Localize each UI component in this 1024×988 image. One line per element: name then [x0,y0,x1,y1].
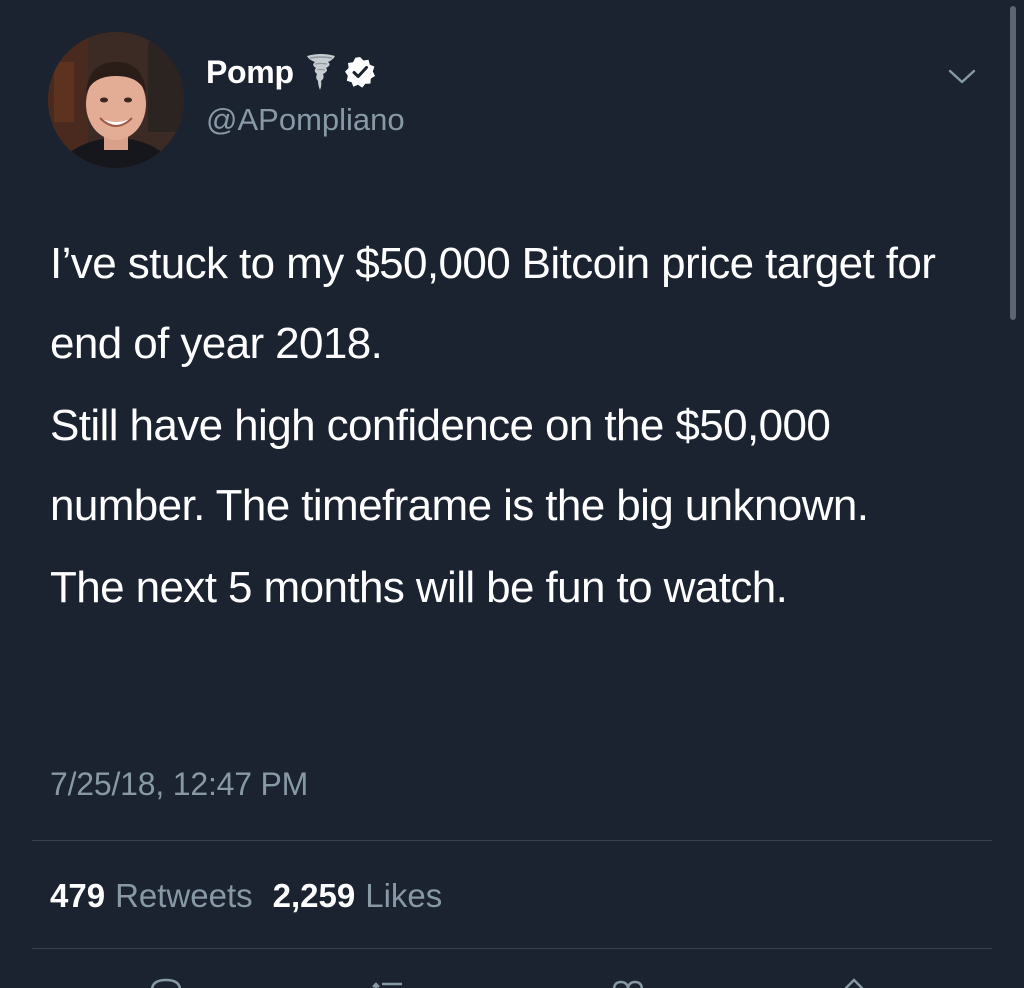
likes-count: 2,259 [272,877,356,914]
tweet-stats: 479 Retweets 2,259 Likes [50,872,462,920]
retweets-label: Retweets [115,877,253,914]
verified-badge-icon [344,56,376,88]
tweet-action-bar [0,968,1024,988]
tweet-paragraph: Still have high confidence on the $50,00… [50,401,869,530]
retweets-stat[interactable]: 479 Retweets [50,872,253,920]
tweet-timestamp[interactable]: 7/25/18, 12:47 PM [50,762,308,806]
retweet-icon[interactable] [372,976,412,988]
like-icon[interactable] [608,976,648,988]
author-name-row: Pomp [206,50,376,94]
profile-photo [48,32,184,168]
likes-label: Likes [365,877,443,914]
tweet-text: I’ve stuck to my $50,000 Bitcoin price t… [50,224,980,628]
likes-stat[interactable]: 2,259 Likes [273,872,443,920]
author-display-name[interactable]: Pomp [206,50,294,94]
tornado-icon [306,52,336,92]
divider [32,948,992,949]
tweet-menu-button[interactable] [944,62,980,90]
avatar[interactable] [48,32,184,168]
author-handle[interactable]: @APompliano [206,100,405,140]
divider [32,840,992,841]
tweet-paragraph: I’ve stuck to my $50,000 Bitcoin price t… [50,239,936,368]
reply-icon[interactable] [146,976,186,988]
scrollbar[interactable] [1010,6,1016,320]
retweets-count: 479 [50,877,106,914]
chevron-down-icon [948,69,976,84]
tweet-paragraph: The next 5 months will be fun to watch. [50,563,788,612]
share-icon[interactable] [834,976,874,988]
tweet-detail-screen: Pomp @APompliano I’ve stuck to my $50,00… [0,0,1024,988]
